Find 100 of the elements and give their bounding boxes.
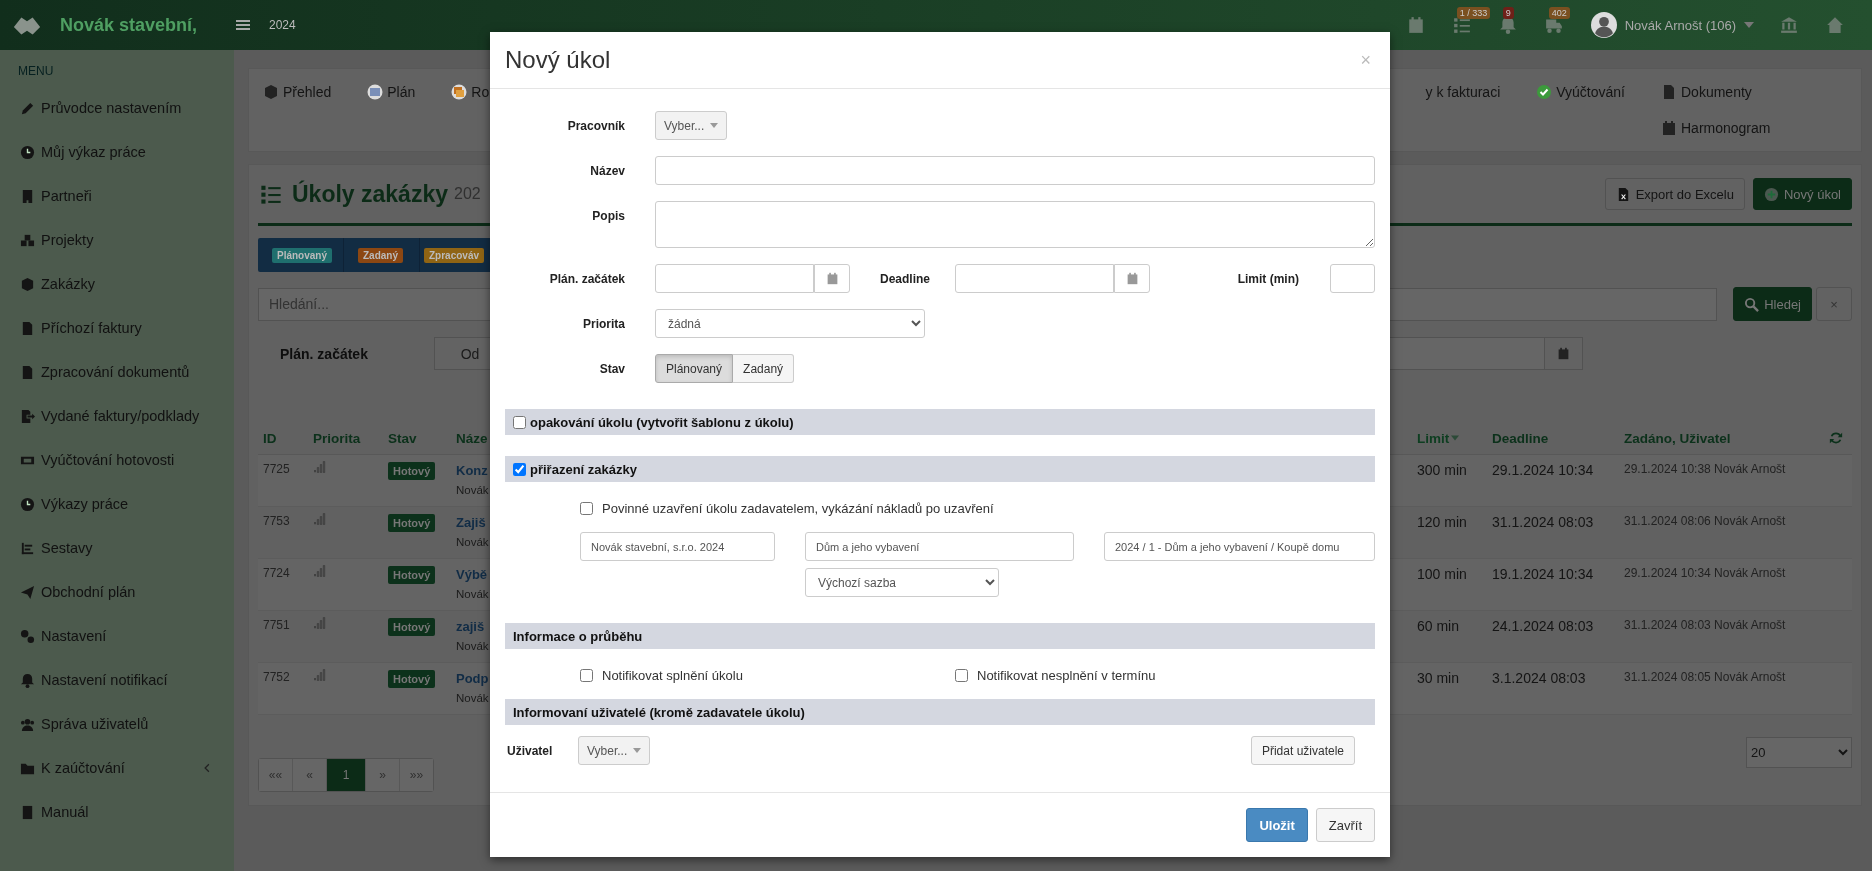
truck-icon[interactable]	[1544, 16, 1563, 34]
document-icon	[20, 320, 35, 336]
nav-link[interactable]: Dokumenty	[1661, 81, 1861, 103]
state-toggle[interactable]: Zadaný	[733, 354, 795, 383]
page-button[interactable]: «	[293, 759, 327, 791]
status-tag[interactable]: Zpracováv	[424, 247, 485, 263]
refresh-icon[interactable]	[1828, 431, 1843, 445]
caret-icon[interactable]	[1744, 20, 1754, 30]
sidebar-item[interactable]: Můj výkaz práce	[0, 130, 234, 174]
status-tag: Hotový	[388, 618, 436, 636]
close-button[interactable]: ×	[1356, 49, 1375, 71]
close-button[interactable]: Zavřít	[1315, 808, 1375, 842]
section-title: Informovaní uživatelé (kromě zadavatele úkolu)	[513, 704, 805, 720]
checkbox-label: Notifikovat nesplnění v termínu	[977, 668, 1156, 683]
section-title: opakování úkolu (vytvořit šablonu z úkolu)	[530, 414, 794, 430]
readonly-field[interactable]: 2024 / 1 - Dům a jeho vybavení / Koupě domu	[1104, 532, 1375, 561]
description-field[interactable]	[655, 201, 1375, 248]
page-button[interactable]: 1	[327, 759, 366, 791]
page-button[interactable]: »»	[400, 759, 433, 791]
table-cell: Novák	[456, 640, 489, 652]
nav-link[interactable]: Ro	[451, 81, 490, 103]
priority-select[interactable]: žádná	[655, 309, 925, 338]
sidebar-item[interactable]: Výkazy práce	[0, 482, 234, 526]
checkbox-label: Povinné uzavření úkolu zadavatelem, vykázání nákladů po uzavření	[602, 501, 994, 516]
tasks-icon[interactable]	[1452, 16, 1471, 34]
user-name[interactable]: Novák Arnošt (106)	[1624, 17, 1736, 33]
sidebar-item[interactable]: Příchozí faktury	[0, 306, 234, 350]
page-title: Úkoly zakázky	[292, 180, 448, 208]
status-tag[interactable]: Zadaný	[358, 247, 403, 263]
users-icon	[20, 716, 35, 732]
document-icon	[20, 364, 35, 380]
name-field[interactable]	[655, 156, 1375, 185]
worker-dropdown[interactable]: Vyber...	[655, 111, 728, 140]
field-label: Limit (min)	[1236, 271, 1300, 286]
bank-icon[interactable]	[1780, 16, 1798, 34]
task-link[interactable]: Podp	[456, 671, 489, 686]
sidebar-item[interactable]: Sestavy	[0, 526, 234, 570]
checkbox[interactable]	[513, 462, 526, 476]
export-button[interactable]: Export do Excelu	[1604, 178, 1745, 210]
sidebar-item[interactable]: K zaúčtování	[0, 746, 234, 790]
nav-link[interactable]: y k fakturaci	[1425, 81, 1501, 103]
checkbox[interactable]	[580, 669, 593, 682]
checkbox[interactable]	[513, 415, 526, 429]
readonly-field[interactable]: Dům a jeho vybavení	[805, 532, 1074, 561]
sidebar-item[interactable]: Nastavení	[0, 614, 234, 658]
task-link[interactable]: Výbě	[456, 567, 488, 582]
search-icon	[1744, 296, 1760, 312]
notifications-icon[interactable]	[1498, 16, 1517, 34]
readonly-field[interactable]: Novák stavební, s.r.o. 2024	[580, 532, 775, 561]
sidebar-item[interactable]: Vyúčtování hotovosti	[0, 438, 234, 482]
sidebar-item[interactable]: Správa uživatelů	[0, 702, 234, 746]
add-user-button[interactable]: Přidat uživatele	[1250, 736, 1355, 765]
sidebar-item[interactable]: Vydané faktury/podklady	[0, 394, 234, 438]
chevron-icon[interactable]	[202, 763, 212, 773]
task-link[interactable]: Zajiš	[456, 515, 486, 530]
page-size-select[interactable]: 20	[1746, 737, 1852, 768]
caret-icon	[710, 123, 719, 128]
task-link[interactable]: zajiš	[456, 619, 485, 634]
sidebar-item[interactable]: Obchodní plán	[0, 570, 234, 614]
date-field[interactable]	[955, 264, 1114, 293]
sidebar-item[interactable]: Průvodce nastavením	[0, 86, 234, 130]
state-toggle[interactable]: Plánovaný	[655, 354, 734, 383]
search-button[interactable]: Hledej	[1733, 287, 1812, 321]
field-label: Název	[589, 163, 625, 178]
user-dropdown[interactable]: Vyber...	[578, 736, 651, 765]
new-task-button[interactable]: Nový úkol	[1752, 178, 1852, 210]
clear-button[interactable]: ×	[1816, 287, 1852, 321]
status-tag[interactable]: Plánovaný	[272, 247, 333, 263]
menu-icon[interactable]	[235, 17, 251, 33]
sidebar-item[interactable]: Zakázky	[0, 262, 234, 306]
table-cell: Novák	[456, 536, 489, 548]
date-field[interactable]	[655, 264, 814, 293]
home-icon[interactable]	[1826, 16, 1844, 34]
status-tag: Hotový	[388, 566, 436, 584]
sidebar-item[interactable]: Projekty	[0, 218, 234, 262]
sidebar-item[interactable]: Manuál	[0, 790, 234, 834]
nav-link[interactable]: Plán	[367, 81, 416, 103]
book-icon	[20, 804, 35, 820]
field-label: Popis	[591, 208, 625, 223]
settings-icon	[20, 628, 35, 644]
save-button[interactable]: Uložit	[1246, 808, 1308, 842]
sidebar-item[interactable]: Zpracování dokumentů	[0, 350, 234, 394]
sort-icon	[1451, 435, 1460, 441]
rate-select[interactable]: Výchozí sazba	[805, 568, 999, 597]
report-icon	[20, 540, 35, 556]
calendar-button[interactable]	[1545, 337, 1583, 370]
page-button[interactable]: ««	[259, 759, 293, 791]
cubes-icon	[20, 232, 35, 248]
limit-field[interactable]	[1330, 264, 1375, 293]
nav-link[interactable]: Přehled	[263, 81, 332, 103]
signal-icon	[313, 669, 326, 681]
task-link[interactable]: Konz	[456, 463, 488, 478]
checkbox[interactable]	[580, 502, 593, 515]
page-button[interactable]: »	[366, 759, 400, 791]
checkbox[interactable]	[955, 669, 968, 682]
nav-link[interactable]: Harmonogram	[1661, 117, 1861, 139]
section-title: Informace o průběhu	[513, 628, 643, 644]
sidebar-item[interactable]: Partneři	[0, 174, 234, 218]
sidebar-item[interactable]: Nastavení notifikací	[0, 658, 234, 702]
nav-link[interactable]: Vyúčtování	[1536, 81, 1625, 103]
